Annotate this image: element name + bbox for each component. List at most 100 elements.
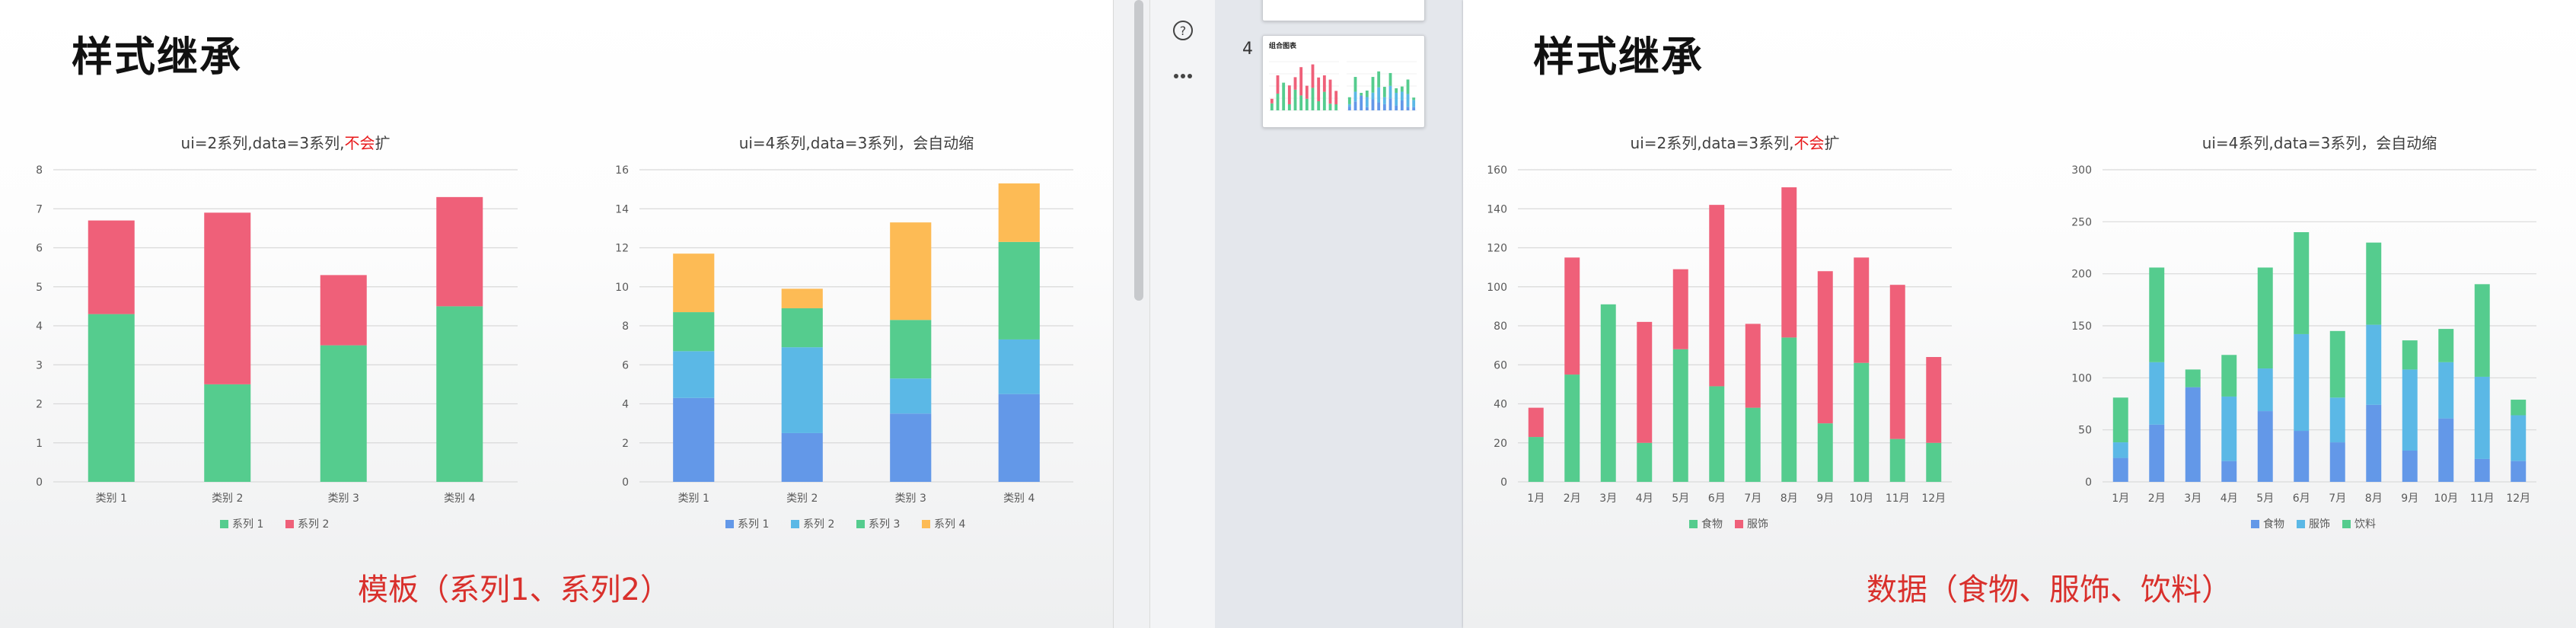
bar-segment xyxy=(2221,461,2237,482)
y-tick-label: 10 xyxy=(615,282,629,294)
bar-segment xyxy=(1781,337,1797,482)
y-tick-label: 100 xyxy=(1487,282,1507,294)
bar-segment xyxy=(1637,321,1653,443)
chart-stacked-2series: ui=2系列,data=3系列,不会扩 0 1 2 3 4 5 6 7 8 类别 1 类别 2 类别 3… xyxy=(36,134,518,531)
y-tick-label: 6 xyxy=(36,243,43,255)
chart-title: ui=2系列,data=3系列,不会扩 xyxy=(1631,134,1840,152)
legend-label: 系列 2 xyxy=(803,518,834,531)
thumbnail-preview: 组合图表 xyxy=(1269,41,1417,111)
bar-segment xyxy=(320,275,367,346)
bar-segment xyxy=(1745,407,1761,482)
legend-swatch xyxy=(1689,520,1698,528)
more-dots-icon[interactable] xyxy=(1169,62,1197,90)
bar-segment xyxy=(1926,442,1942,482)
x-tick-label: 类别 2 xyxy=(212,493,243,505)
y-tick-label: 4 xyxy=(36,320,43,333)
legend-swatch xyxy=(2251,520,2259,528)
x-tick-label: 类别 2 xyxy=(786,493,818,505)
bar-segment xyxy=(781,347,823,433)
help-circle-icon[interactable]: ? xyxy=(1169,17,1197,44)
legend-swatch xyxy=(2297,520,2305,528)
bar-segment xyxy=(2511,415,2527,461)
bar-segment xyxy=(1564,257,1580,375)
x-tick-label: 1月 xyxy=(1527,493,1545,505)
legend-label: 系列 3 xyxy=(869,518,900,531)
bar-segment xyxy=(2474,458,2490,482)
bar-segment xyxy=(2402,451,2418,482)
bar-segment xyxy=(1600,304,1616,482)
bar-segment xyxy=(2329,442,2345,482)
bar-segment xyxy=(88,220,135,314)
y-tick-label: 40 xyxy=(1494,399,1507,411)
slide-thumbnail-previous[interactable] xyxy=(1262,0,1425,21)
x-tick-label: 8月 xyxy=(2365,493,2383,505)
legend-swatch xyxy=(856,520,865,528)
bar-segment xyxy=(1672,349,1688,482)
bar-segment xyxy=(890,378,932,414)
chart-title-suffix: 扩 xyxy=(1824,134,1839,152)
bar-segment xyxy=(890,320,932,379)
bar-segment xyxy=(673,312,715,352)
bar-segment xyxy=(2257,411,2273,482)
legend-label: 系列 1 xyxy=(232,518,263,531)
legend-label: 服饰 xyxy=(1747,518,1768,531)
y-tick-label: 2 xyxy=(622,438,629,450)
bar-segment xyxy=(204,212,251,384)
bar-segment xyxy=(2294,333,2310,432)
y-tick-label: 1 xyxy=(36,438,43,450)
y-tick-label: 120 xyxy=(1487,243,1507,255)
bar-segment xyxy=(2112,442,2128,458)
x-tick-label: 6月 xyxy=(2293,493,2310,505)
bar-segment xyxy=(1926,357,1942,443)
bar-segment xyxy=(2149,424,2165,482)
bar-segment xyxy=(2185,387,2201,482)
legend-swatch xyxy=(220,520,228,528)
bar-segment xyxy=(1528,407,1544,438)
x-tick-label: 类别 4 xyxy=(1003,493,1035,505)
x-tick-label: 11月 xyxy=(1886,493,1910,505)
bar-segment xyxy=(2257,368,2273,412)
bar-segment xyxy=(673,253,715,313)
scrollbar-thumb[interactable] xyxy=(1134,0,1143,301)
x-tick-label: 类别 1 xyxy=(678,493,709,505)
y-tick-label: 160 xyxy=(1487,164,1507,177)
y-tick-label: 80 xyxy=(1494,320,1507,333)
legend-swatch xyxy=(1735,520,1743,528)
legend-swatch xyxy=(922,520,930,528)
chart-title-highlight: 不会 xyxy=(1793,134,1824,152)
x-tick-label: 4月 xyxy=(2221,493,2238,505)
bar-segment xyxy=(2329,330,2345,398)
y-tick-label: 0 xyxy=(622,477,629,489)
chart-title-text: ui=2系列,data=3系列, xyxy=(181,134,345,152)
bar-segment xyxy=(2511,400,2527,416)
bar-segment xyxy=(1564,375,1580,482)
legend-swatch xyxy=(725,520,734,528)
bar-segment xyxy=(2366,324,2382,405)
slide-left[interactable]: 样式继承 ui=2系列,data=3系列,不会扩 0 1 2 3 4 5 6 7 8 类别 1 类别 … xyxy=(0,0,1113,628)
y-tick-label: 3 xyxy=(36,359,43,371)
y-tick-label: 50 xyxy=(2078,425,2092,437)
x-tick-label: 7月 xyxy=(2329,493,2346,505)
side-toolbar: ? xyxy=(1149,0,1216,628)
y-tick-label: 8 xyxy=(622,320,629,333)
y-tick-label: 12 xyxy=(615,243,629,255)
slide-right[interactable]: 样式继承 ui=2系列,data=3系列,不会扩 0 20 40 60 80 100 120 1… xyxy=(1463,0,2576,628)
x-tick-label: 类别 1 xyxy=(96,493,127,505)
bar-segment xyxy=(436,306,483,482)
bar-segment xyxy=(1889,438,1905,482)
bar-segment xyxy=(2438,418,2454,482)
vertical-scrollbar[interactable] xyxy=(1113,0,1150,628)
y-tick-label: 7 xyxy=(36,203,43,215)
chart-monthly-3series: ui=4系列,data=3系列，会自动缩 0 50 100 150 200 250 300 1月… xyxy=(2071,134,2536,531)
x-tick-label: 7月 xyxy=(1744,493,1761,505)
legend-label: 服饰 xyxy=(2309,518,2330,531)
chart-title-suffix: 扩 xyxy=(375,134,390,152)
x-tick-label: 3月 xyxy=(2184,493,2201,505)
x-tick-label: 类别 4 xyxy=(444,493,475,505)
slide-caption: 模板（系列1、系列2） xyxy=(358,572,671,607)
x-tick-label: 11月 xyxy=(2470,493,2495,505)
x-tick-label: 10月 xyxy=(2434,493,2458,505)
slide-thumbnail-4[interactable]: 组合图表 xyxy=(1262,35,1425,128)
x-tick-label: 类别 3 xyxy=(328,493,359,505)
bar-segment xyxy=(320,345,367,482)
